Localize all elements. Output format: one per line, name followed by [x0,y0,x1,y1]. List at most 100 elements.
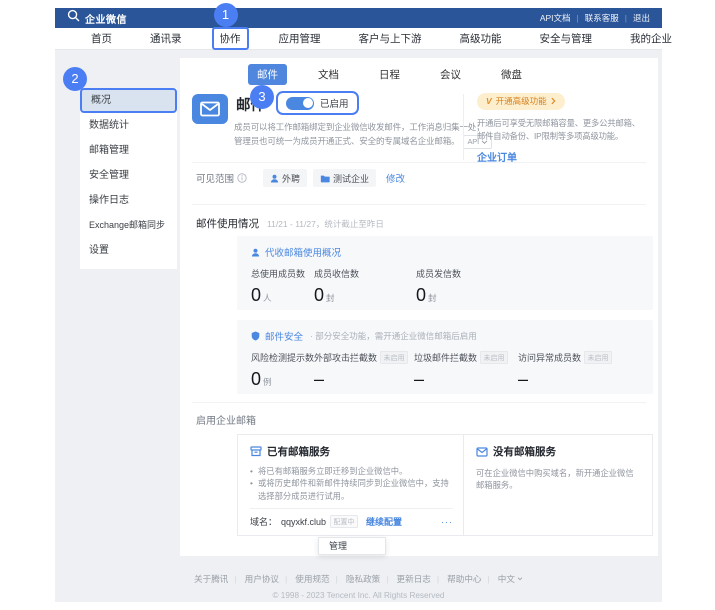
nav-item-security-mgmt[interactable]: 安全与管理 [534,29,599,48]
divider [192,204,646,205]
footer-link-usage[interactable]: 使用规范 [279,573,330,585]
divider [192,402,646,403]
header-vertical-divider [463,94,464,160]
stat-label: 垃圾邮件拦截数 [414,351,477,364]
topbar-links: API文档 联系客服 退出 [540,12,650,24]
mail-security-header: 邮件安全 部分安全功能，需开通企业微信邮箱后启用 [251,329,639,343]
info-icon [237,173,247,183]
stat-abnormal-access: 访问异常成员数未启用 – [518,351,639,390]
feature-tabs: 邮件 文档 日程 会议 微盘 [248,64,531,85]
nav-item-advanced[interactable]: 高级功能 [454,29,508,48]
mail-enabled-toggle[interactable] [286,97,314,110]
nav-item-apps[interactable]: 应用管理 [273,29,327,48]
sidebar-item-logs[interactable]: 操作日志 [80,188,177,213]
edit-scope-link[interactable]: 修改 [386,171,405,185]
mailbox-usage-header: 代收邮箱使用概况 [251,245,639,259]
person-icon [270,174,279,183]
existing-mailbox-bullets: 将已有邮箱服务立即迁移到企业微信中。 或将历史邮件和新邮件持续同步到企业微信中，… [250,465,451,502]
existing-mailbox-box: 已有邮箱服务 将已有邮箱服务立即迁移到企业微信中。 或将历史邮件和新邮件持续同步… [238,435,464,535]
language-selector[interactable]: 中文 [482,573,523,585]
upgrade-badge-button[interactable]: V 开通高级功能 [477,93,565,110]
shield-icon [251,331,260,341]
mail-outline-icon [476,447,488,457]
api-docs-link[interactable]: API文档 [540,12,571,24]
mailbox-usage-stats: 总使用成员数 0人 成员收信数 0封 成员发信数 0封 [251,267,639,306]
stat-label: 总使用成员数 [251,267,314,280]
stat-value: 0 [314,285,324,306]
footer-link-changelog[interactable]: 更新日志 [380,573,431,585]
tab-calendar[interactable]: 日程 [370,64,409,85]
usage-title: 邮件使用情况 [196,216,259,231]
nav-item-collaboration[interactable]: 1 协作 [212,27,249,50]
nav-item-contacts[interactable]: 通讯录 [144,29,188,48]
tab-docs[interactable]: 文档 [309,64,348,85]
stat-label: 风险检测提示数 [251,351,314,364]
sidebar-item-overview-label: 概况 [91,95,111,106]
bullet-sync: 或将历史邮件和新邮件持续同步到企业微信中，支持选择部分成员进行试用。 [250,477,451,502]
envelope-icon [200,101,220,117]
stat-unit: 封 [428,292,437,304]
stat-received-mails: 成员收信数 0封 [314,267,416,306]
domain-label: 域名： [250,515,277,528]
more-actions-button[interactable]: ··· [441,517,453,527]
footer-links: 关于腾讯 用户协议 使用规范 隐私政策 更新日志 帮助中心 中文 [194,573,523,585]
stat-value: 0 [251,369,261,390]
main-nav: 首页 通讯录 1 协作 应用管理 客户与上下游 高级功能 安全与管理 我的企业 [55,28,662,50]
main-panel: 邮件 文档 日程 会议 微盘 邮件 3 已启用 成员可以将工作邮箱绑定到企业微信… [180,58,658,556]
sidebar-item-exchange-sync[interactable]: Exchange邮箱同步 [80,213,177,238]
mail-app-icon [192,94,228,124]
bullet-migrate: 将已有邮箱服务立即迁移到企业微信中。 [250,465,451,477]
divider [192,162,646,163]
usage-title-row: 邮件使用情况 11/21 - 11/27，统计截止至昨日 [196,216,384,231]
nav-item-customers[interactable]: 客户与上下游 [353,29,428,48]
footer-link-help[interactable]: 帮助中心 [431,573,482,585]
menu-item-manage[interactable]: 管理 [329,541,347,551]
sidebar: 2 概况 数据统计 邮箱管理 安全管理 操作日志 Exchange邮箱同步 设置 [80,88,177,269]
stat-spam-blocks: 垃圾邮件拦截数未启用 – [414,351,518,390]
stat-label: 外部攻击拦截数 [314,351,377,364]
tab-mail[interactable]: 邮件 [248,64,287,85]
stat-attack-blocks: 外部攻击拦截数未启用 – [314,351,414,390]
sidebar-item-settings[interactable]: 设置 [80,238,177,263]
mail-security-panel: 邮件安全 部分安全功能，需开通企业微信邮箱后启用 风险检测提示数 0例 外部攻击… [237,320,653,394]
annotation-marker-1: 1 [214,3,238,27]
stat-label: 访问异常成员数 [518,351,581,364]
toggle-status-label: 已启用 [320,96,349,110]
contact-support-link[interactable]: 联系客服 [571,12,619,24]
stat-unit: 封 [326,292,335,304]
annotation-marker-2: 2 [63,67,87,91]
footer-link-about[interactable]: 关于腾讯 [194,573,228,585]
stat-total-members: 总使用成员数 0人 [251,267,314,306]
sidebar-item-mailbox-mgmt[interactable]: 邮箱管理 [80,138,177,163]
person-icon [251,248,260,257]
nav-item-home[interactable]: 首页 [85,29,118,48]
stat-sent-mails: 成员发信数 0封 [416,267,639,306]
sidebar-item-overview[interactable]: 2 概况 [80,88,177,113]
tab-meeting[interactable]: 会议 [431,64,470,85]
sidebar-item-security[interactable]: 安全管理 [80,163,177,188]
continue-config-link[interactable]: 继续配置 [366,515,402,528]
not-enabled-badge: 未启用 [480,351,508,364]
tab-drive[interactable]: 微盘 [492,64,531,85]
more-actions-menu: 管理 [318,537,386,555]
mail-toggle-annotation-box: 3 已启用 [276,91,359,115]
language-label: 中文 [498,573,515,585]
mail-description-line2-text: 管理员也可统一为成员开通正式、安全的专属域名企业邮箱。 [234,136,459,146]
nav-item-my-company[interactable]: 我的企业 [624,29,678,48]
mail-description: 成员可以将工作邮箱绑定到企业微信收发邮件，工作消息归集一处； 管理员也可统一为成… [234,120,492,149]
enable-mailbox-title: 启用企业邮箱 [196,412,256,427]
stat-value: – [414,369,424,390]
footer-link-agreement[interactable]: 用户协议 [228,573,279,585]
wecom-admin-page: 企业微信 API文档 联系客服 退出 首页 通讯录 1 协作 应用管理 客户与上… [0,0,715,610]
footer-link-privacy[interactable]: 隐私政策 [330,573,381,585]
mailbox-usage-panel: 代收邮箱使用概况 总使用成员数 0人 成员收信数 0封 成员发信数 0封 [237,236,653,310]
domain-value: qqyxkf.club [281,517,326,527]
sidebar-item-statistics[interactable]: 数据统计 [80,113,177,138]
copyright: © 1998 - 2023 Tencent Inc. All Rights Re… [55,591,662,600]
mail-security-stats: 风险检测提示数 0例 外部攻击拦截数未启用 – 垃圾邮件拦截数未启用 – 访问异… [251,351,639,390]
nav-item-collaboration-label: 协作 [220,33,241,45]
usage-period: 11/21 - 11/27，统计截止至昨日 [267,218,384,230]
scope-department-tag: 测试企业 [313,169,376,187]
archive-box-icon [250,446,262,457]
logout-link[interactable]: 退出 [619,12,650,24]
